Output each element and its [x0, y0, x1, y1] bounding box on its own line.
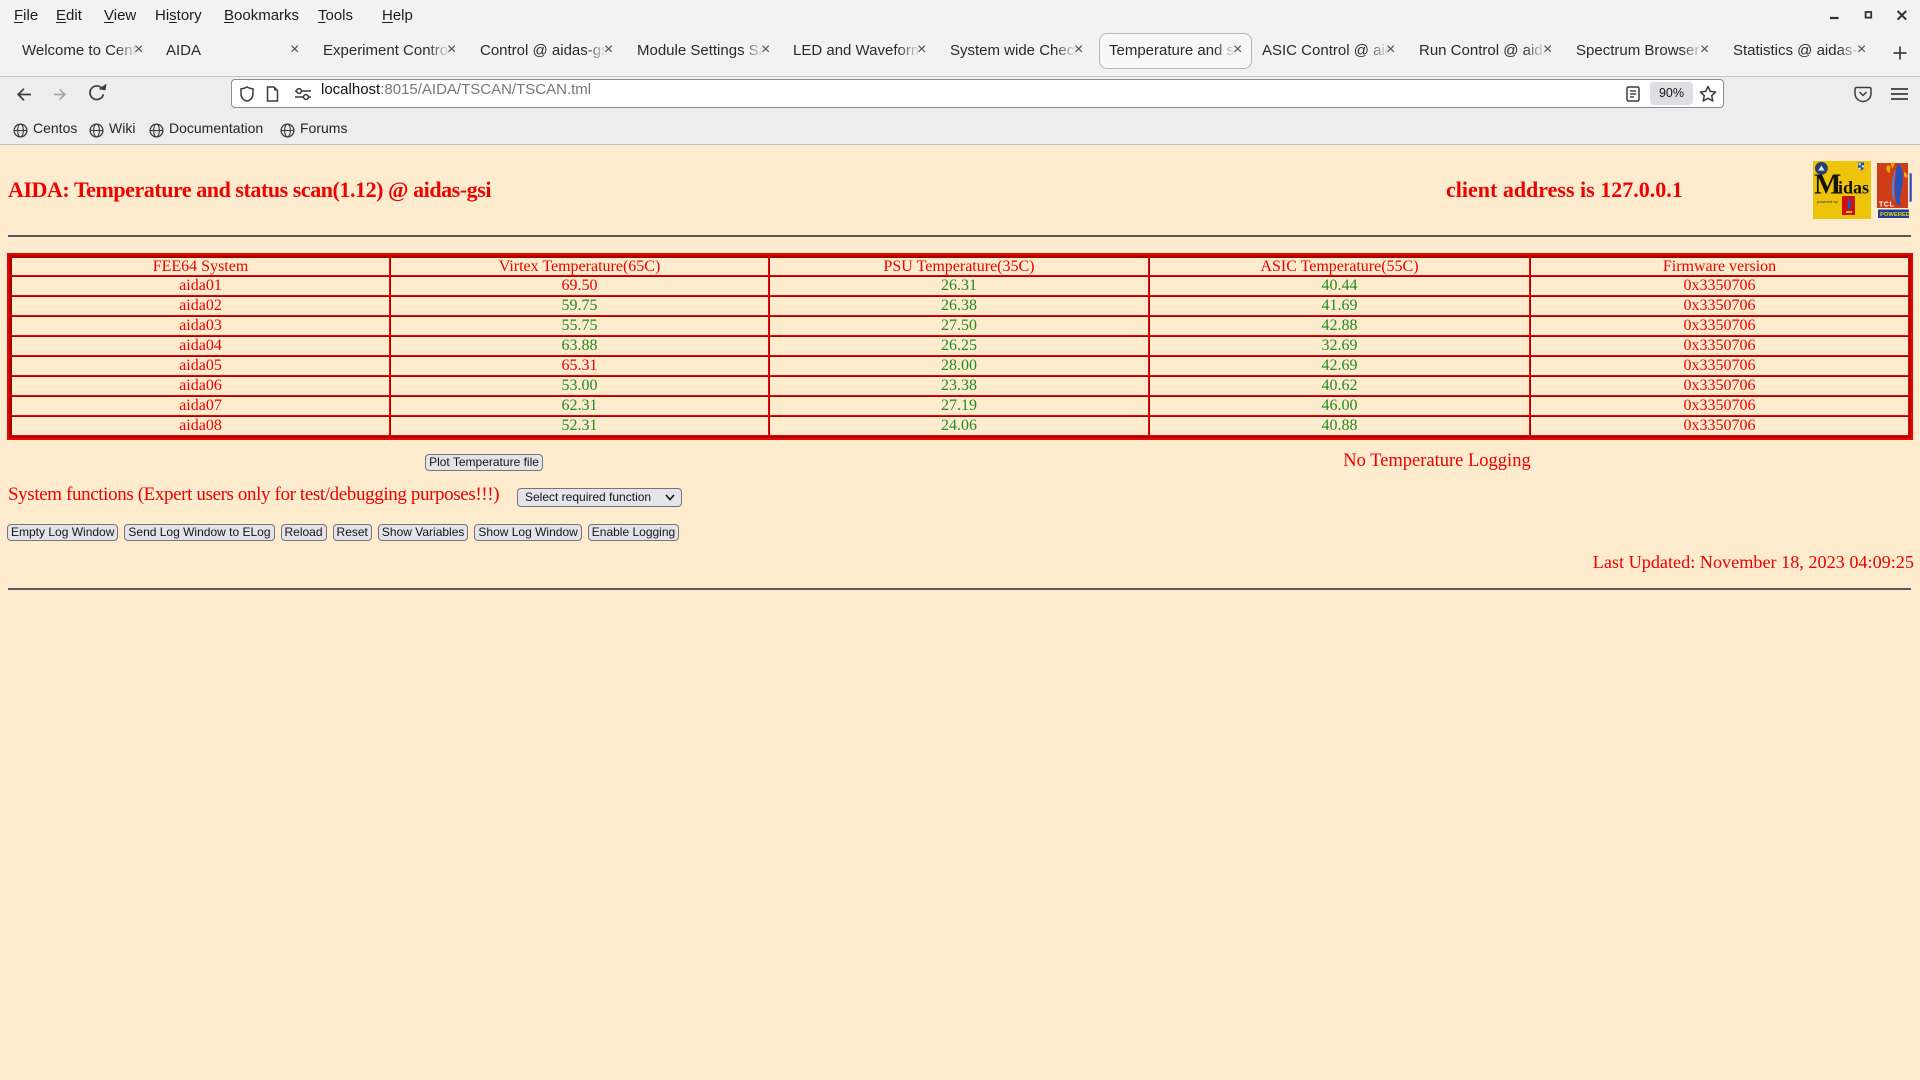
- svg-text:POWERED: POWERED: [1880, 212, 1910, 218]
- svg-text:TCL: TCL: [1879, 202, 1895, 209]
- svg-text:powered by: powered by: [1817, 199, 1838, 204]
- svg-text:idas: idas: [1838, 178, 1869, 198]
